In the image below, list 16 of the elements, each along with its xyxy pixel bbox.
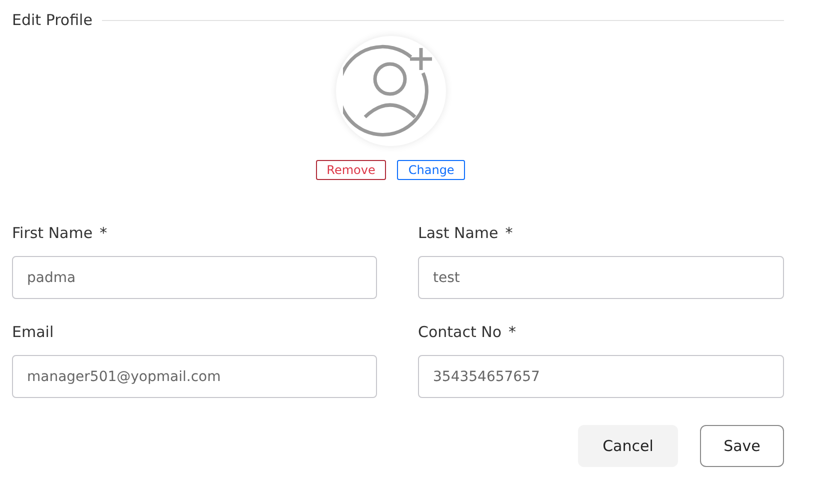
required-mark: * xyxy=(505,224,513,244)
field-label: First Name xyxy=(12,224,93,244)
save-button[interactable]: Save xyxy=(700,425,784,467)
change-photo-button[interactable]: Change xyxy=(397,160,466,180)
remove-photo-button[interactable]: Remove xyxy=(316,160,386,180)
required-mark: * xyxy=(100,224,108,244)
text-field[interactable]: manager501@yopmail.com xyxy=(12,355,377,398)
text-field[interactable]: padma xyxy=(12,256,377,299)
field-label: Contact No xyxy=(418,323,502,343)
field-label: Last Name xyxy=(418,224,498,244)
required-mark: * xyxy=(508,323,516,343)
field-label: Email xyxy=(12,323,54,343)
text-field[interactable]: 354354657657 xyxy=(418,355,784,398)
cancel-button[interactable]: Cancel xyxy=(578,425,678,467)
section-title: Edit Profile xyxy=(12,11,92,29)
text-field[interactable]: test xyxy=(418,256,784,299)
